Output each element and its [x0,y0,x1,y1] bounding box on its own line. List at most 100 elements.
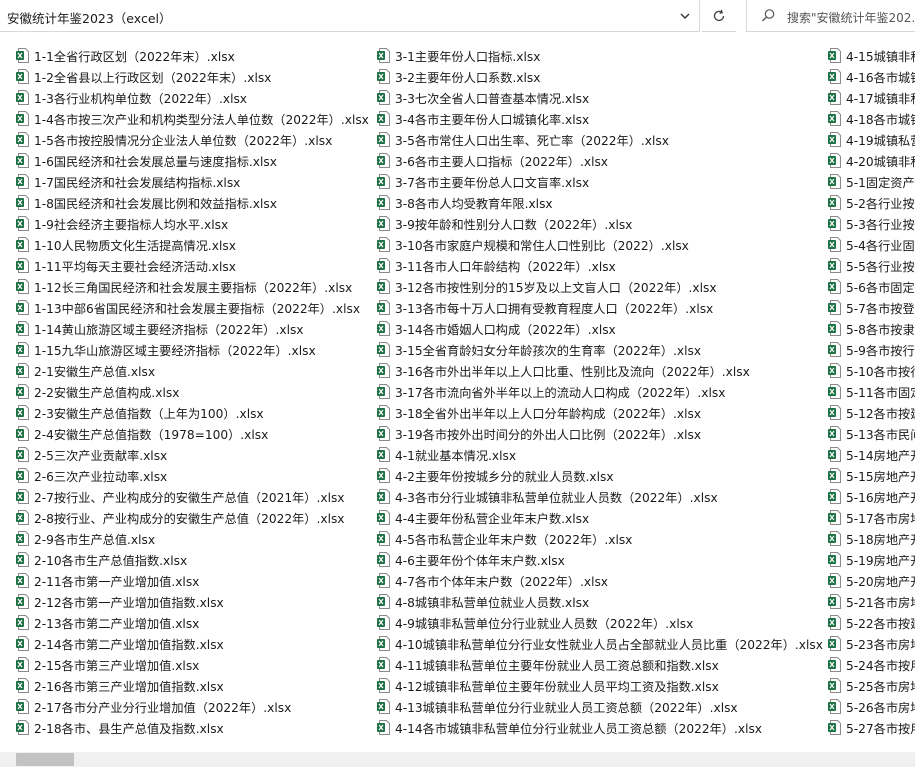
file-item[interactable]: 3-9按年龄和性别分人口数（2022年）.xlsx [377,213,829,234]
file-item[interactable]: 1-10人民物质文化生活提高情况.xlsx [16,234,378,255]
file-item[interactable]: 5-27各市按用 [828,717,915,738]
file-item[interactable]: 5-2各行业按 [828,192,915,213]
file-item[interactable]: 5-18房地产开 [828,528,915,549]
file-item[interactable]: 3-14各市婚姻人口构成（2022年）.xlsx [377,318,829,339]
file-item[interactable]: 2-5三次产业贡献率.xlsx [16,444,378,465]
file-item[interactable]: 5-11各市固定 [828,381,915,402]
file-item[interactable]: 5-17各市房地 [828,507,915,528]
file-item[interactable]: 3-6各市主要人口指标（2022年）.xlsx [377,150,829,171]
file-item[interactable]: 5-5各行业按 [828,255,915,276]
file-item[interactable]: 3-3七次全省人口普查基本情况.xlsx [377,87,829,108]
file-item[interactable]: 1-5各市按控股情况分企业法人单位数（2022年）.xlsx [16,129,378,150]
file-item[interactable]: 4-7各市个体年末户数（2022年）.xlsx [377,570,829,591]
horizontal-scrollbar[interactable] [0,752,915,767]
file-item[interactable]: 5-8各市按隶 [828,318,915,339]
scrollbar-thumb[interactable] [16,753,74,766]
file-item[interactable]: 3-19各市按外出时间分的外出人口比例（2022年）.xlsx [377,423,829,444]
file-item[interactable]: 5-22各市按建 [828,612,915,633]
file-item[interactable]: 5-26各市房地 [828,696,915,717]
file-item[interactable]: 2-14各市第二产业增加值指数.xlsx [16,633,378,654]
file-item[interactable]: 5-20房地产开 [828,570,915,591]
file-item[interactable]: 4-14各市城镇非私营单位分行业就业人员工资总额（2022年）.xlsx [377,717,829,738]
file-item[interactable]: 3-7各市主要年份总人口文盲率.xlsx [377,171,829,192]
file-item[interactable]: 4-13城镇非私营单位分行业就业人员工资总额（2022年）.xlsx [377,696,829,717]
file-item[interactable]: 4-19城镇私营 [828,129,915,150]
file-item[interactable]: 5-15房地产开 [828,465,915,486]
file-item[interactable]: 2-7按行业、产业构成分的安徽生产总值（2021年）.xlsx [16,486,378,507]
file-item[interactable]: 5-10各市按行 [828,360,915,381]
file-item[interactable]: 5-3各行业按 [828,213,915,234]
file-item[interactable]: 1-8国民经济和社会发展比例和效益指标.xlsx [16,192,378,213]
file-item[interactable]: 2-2安徽生产总值构成.xlsx [16,381,378,402]
file-item[interactable]: 1-7国民经济和社会发展结构指标.xlsx [16,171,378,192]
file-item[interactable]: 5-14房地产开 [828,444,915,465]
file-item[interactable]: 3-17各市流向省外半年以上的流动人口构成（2022年）.xlsx [377,381,829,402]
file-item[interactable]: 4-20城镇非私 [828,150,915,171]
file-item[interactable]: 3-11各市人口年龄结构（2022年）.xlsx [377,255,829,276]
file-item[interactable]: 3-1主要年份人口指标.xlsx [377,45,829,66]
file-item[interactable]: 4-10城镇非私营单位分行业女性就业人员占全部就业人员比重（2022年）.xls… [377,633,829,654]
file-item[interactable]: 2-4安徽生产总值指数（1978=100）.xlsx [16,423,378,444]
file-item[interactable]: 3-16各市外出半年以上人口比重、性别比及流向（2022年）.xlsx [377,360,829,381]
file-item[interactable]: 3-13各市每十万人口拥有受教育程度人口（2022年）.xlsx [377,297,829,318]
file-item[interactable]: 4-11城镇非私营单位主要年份就业人员工资总额和指数.xlsx [377,654,829,675]
file-item[interactable]: 2-8按行业、产业构成分的安徽生产总值（2022年）.xlsx [16,507,378,528]
file-item[interactable]: 4-1就业基本情况.xlsx [377,444,829,465]
file-item[interactable]: 1-2全省县以上行政区划（2022年末）.xlsx [16,66,378,87]
file-item[interactable]: 5-9各市按行 [828,339,915,360]
search-input[interactable]: 搜索"安徽统计年鉴202... [787,9,915,26]
file-item[interactable]: 4-6主要年份个体年末户数.xlsx [377,549,829,570]
file-item[interactable]: 2-16各市第三产业增加值指数.xlsx [16,675,378,696]
file-item[interactable]: 3-12各市按性别分的15岁及以上文盲人口（2022年）.xlsx [377,276,829,297]
file-item[interactable]: 2-9各市生产总值.xlsx [16,528,378,549]
file-item[interactable]: 3-8各市人均受教育年限.xlsx [377,192,829,213]
file-item[interactable]: 5-21各市房地 [828,591,915,612]
file-item[interactable]: 1-13中部6省国民经济和社会发展主要指标（2022年）.xlsx [16,297,378,318]
file-item[interactable]: 4-12城镇非私营单位主要年份就业人员平均工资及指数.xlsx [377,675,829,696]
file-item[interactable]: 3-4各市主要年份人口城镇化率.xlsx [377,108,829,129]
file-item[interactable]: 2-10各市生产总值指数.xlsx [16,549,378,570]
file-item[interactable]: 4-18各市城镇 [828,108,915,129]
file-item[interactable]: 3-5各市常住人口出生率、死亡率（2022年）.xlsx [377,129,829,150]
file-item[interactable]: 4-4主要年份私营企业年末户数.xlsx [377,507,829,528]
file-item[interactable]: 4-3各市分行业城镇非私营单位就业人员数（2022年）.xlsx [377,486,829,507]
chevron-down-icon[interactable] [676,7,694,25]
file-item[interactable]: 5-25各市房地 [828,675,915,696]
file-item[interactable]: 5-23各市房地 [828,633,915,654]
file-item[interactable]: 5-19房地产开 [828,549,915,570]
file-item[interactable]: 1-14黄山旅游区域主要经济指标（2022年）.xlsx [16,318,378,339]
file-item[interactable]: 2-15各市第三产业增加值.xlsx [16,654,378,675]
file-item[interactable]: 5-24各市按用 [828,654,915,675]
search-box[interactable]: 搜索"安徽统计年鉴202... [746,0,915,32]
file-item[interactable]: 5-6各市固定 [828,276,915,297]
file-item[interactable]: 2-1安徽生产总值.xlsx [16,360,378,381]
file-item[interactable]: 3-18全省外出半年以上人口分年龄构成（2022年）.xlsx [377,402,829,423]
file-item[interactable]: 5-13各市民间 [828,423,915,444]
file-item[interactable]: 1-6国民经济和社会发展总量与速度指标.xlsx [16,150,378,171]
file-item[interactable]: 3-15全省育龄妇女分年龄孩次的生育率（2022年）.xlsx [377,339,829,360]
file-item[interactable]: 5-1固定资产投 [828,171,915,192]
file-item[interactable]: 4-8城镇非私营单位就业人员数.xlsx [377,591,829,612]
file-item[interactable]: 2-17各市分产业分行业增加值（2022年）.xlsx [16,696,378,717]
file-item[interactable]: 2-11各市第一产业增加值.xlsx [16,570,378,591]
file-item[interactable]: 4-16各市城镇 [828,66,915,87]
file-item[interactable]: 1-3各行业机构单位数（2022年）.xlsx [16,87,378,108]
file-item[interactable]: 1-1全省行政区划（2022年末）.xlsx [16,45,378,66]
file-item[interactable]: 5-16房地产开 [828,486,915,507]
file-item[interactable]: 4-9城镇非私营单位分行业就业人员数（2022年）.xlsx [377,612,829,633]
file-item[interactable]: 2-18各市、县生产总值及指数.xlsx [16,717,378,738]
refresh-button[interactable] [702,0,736,32]
file-item[interactable]: 1-12长三角国民经济和社会发展主要指标（2022年）.xlsx [16,276,378,297]
file-item[interactable]: 5-12各市按建 [828,402,915,423]
file-item[interactable]: 5-4各行业固 [828,234,915,255]
file-item[interactable]: 2-6三次产业拉动率.xlsx [16,465,378,486]
file-item[interactable]: 3-2主要年份人口系数.xlsx [377,66,829,87]
file-item[interactable]: 4-17城镇非私 [828,87,915,108]
file-item[interactable]: 5-7各市按登 [828,297,915,318]
file-item[interactable]: 2-3安徽生产总值指数（上年为100）.xlsx [16,402,378,423]
file-item[interactable]: 1-11平均每天主要社会经济活动.xlsx [16,255,378,276]
file-item[interactable]: 4-5各市私营企业年末户数（2022年）.xlsx [377,528,829,549]
file-item[interactable]: 4-15城镇非私 [828,45,915,66]
address-bar[interactable]: 安徽统计年鉴2023（excel） [0,0,700,32]
file-item[interactable]: 3-10各市家庭户规模和常住人口性别比（2022）.xlsx [377,234,829,255]
